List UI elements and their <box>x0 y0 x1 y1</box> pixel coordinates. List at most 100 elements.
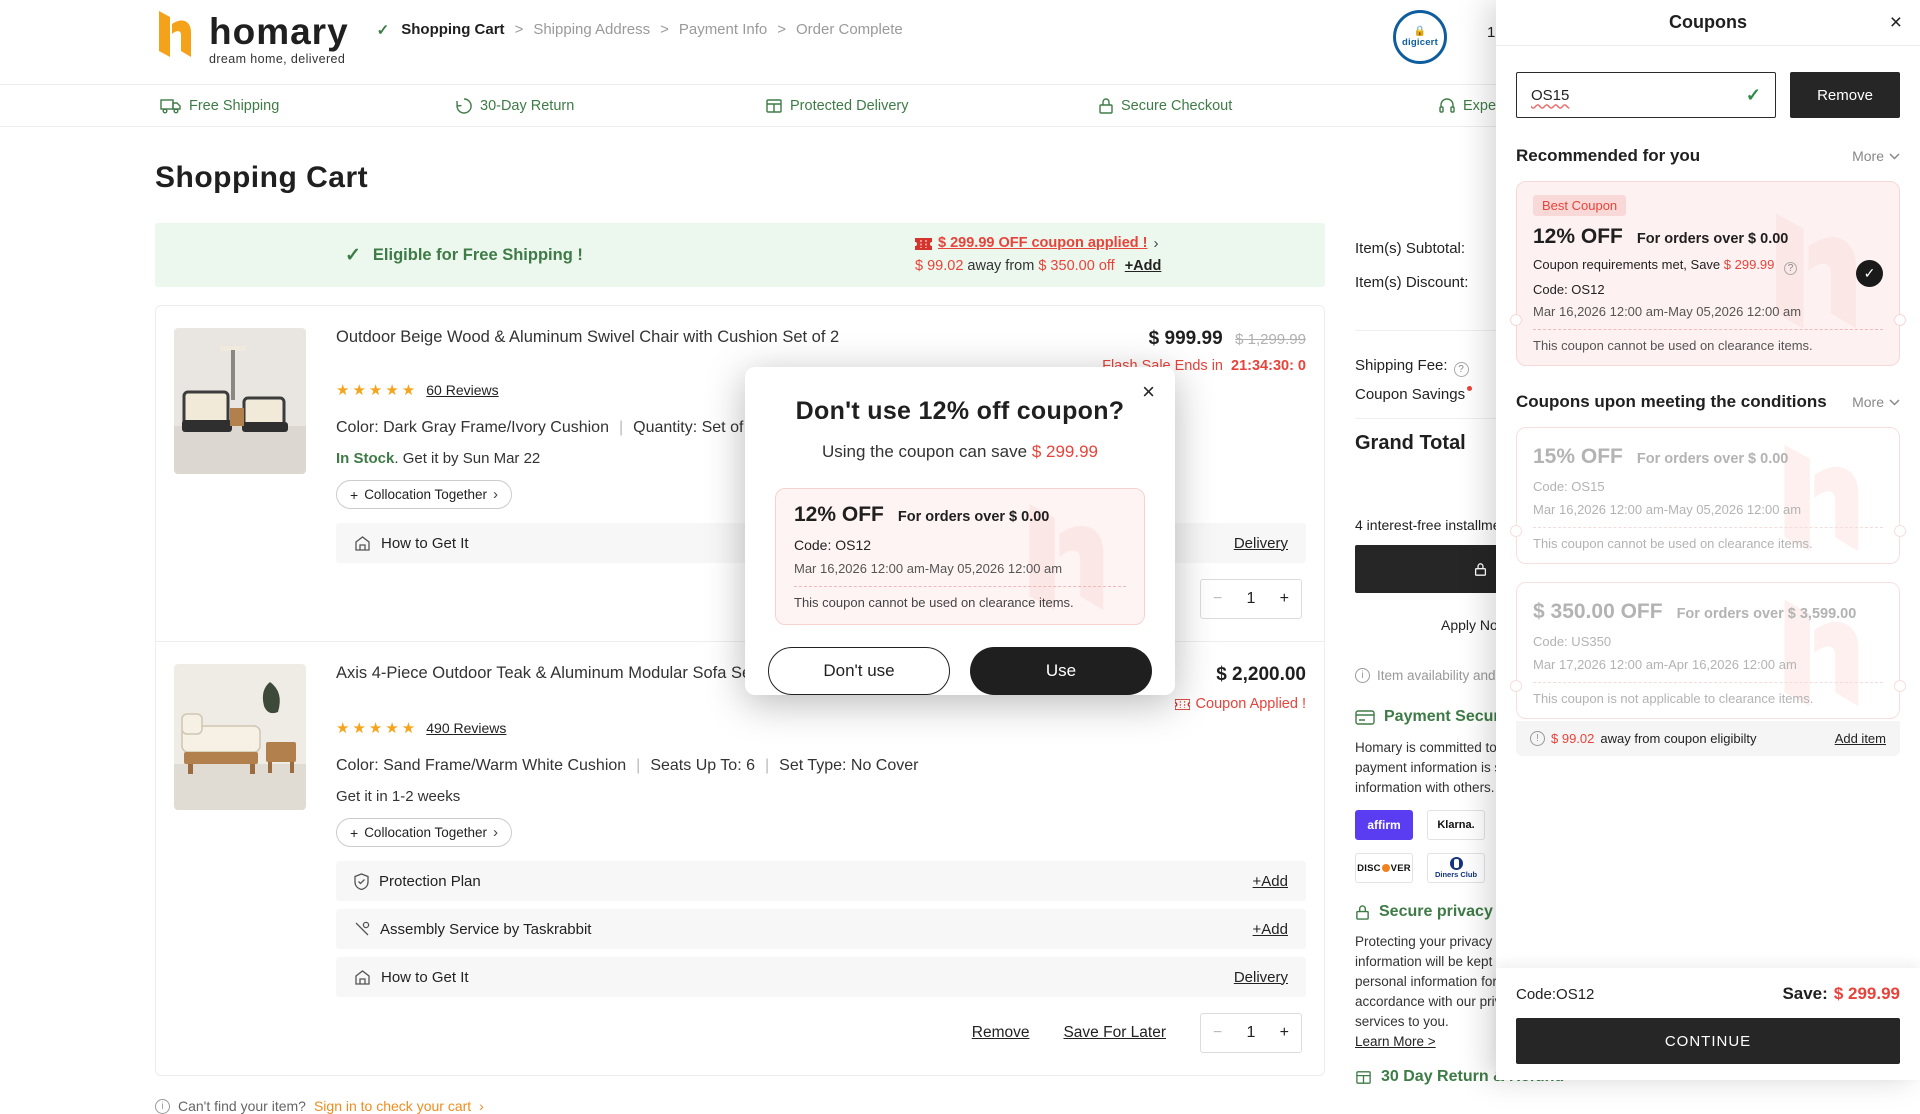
availability-line: Get it in 1-2 weeks <box>336 788 1306 805</box>
check-icon: ✓ <box>345 244 361 267</box>
cart-item-modular-sofa: Axis 4-Piece Outdoor Teak & Aluminum Mod… <box>156 641 1324 1075</box>
coupon-card-os12: 12% OFF For orders over $ 0.00 Code: OS1… <box>775 488 1145 625</box>
coupon-code-input[interactable]: OS15 ✓ <box>1516 72 1776 118</box>
recommended-header: Recommended for you <box>1516 146 1700 166</box>
more-toggle[interactable]: More <box>1852 148 1900 164</box>
add-items-link[interactable]: +Add <box>1125 258 1162 274</box>
best-coupon-card-os12[interactable]: Best Coupon 12% OFF For orders over $ 0.… <box>1516 181 1900 366</box>
coupon-icon <box>1175 699 1190 710</box>
chevron-right-icon: › <box>479 1098 484 1114</box>
increase-quantity-button[interactable]: + <box>1280 590 1289 608</box>
best-coupon-badge: Best Coupon <box>1533 195 1626 216</box>
info-icon: ! <box>1530 731 1545 746</box>
collocation-together-button[interactable]: + Collocation Together › <box>336 818 512 847</box>
info-icon: i <box>155 1099 170 1114</box>
learn-more-link[interactable]: Learn More > <box>1355 1034 1436 1049</box>
coupons-panel: Coupons × OS15 ✓ Remove Recommended for … <box>1496 0 1920 1080</box>
digicert-seal: 🔒 digicert <box>1393 10 1447 64</box>
coupon-dates: Mar 17,2026 12:00 am-Apr 16,2026 12:00 a… <box>1533 657 1883 672</box>
return-icon <box>455 97 473 115</box>
help-icon[interactable]: ? <box>1454 362 1469 377</box>
coupon-code: Code: OS12 <box>794 537 1126 553</box>
reviews-link[interactable]: 490 Reviews <box>426 720 506 736</box>
page-title: Shopping Cart <box>155 161 1325 195</box>
close-icon[interactable]: × <box>1142 381 1155 403</box>
coupon-card-us350[interactable]: $ 350.00 OFF For orders over $ 3,599.00 … <box>1516 582 1900 719</box>
breadcrumb-separator: > <box>515 21 524 38</box>
add-protection-plan-link[interactable]: +Add <box>1253 873 1288 890</box>
homary-logo[interactable]: homary dream home, delivered <box>155 8 349 65</box>
panel-footer: Code:OS12 Save: $ 299.99 CONTINUE <box>1496 968 1920 1080</box>
coupon-card-os15[interactable]: 15% OFF For orders over $ 0.00 Code: OS1… <box>1516 427 1900 564</box>
conditions-header: Coupons upon meeting the conditions <box>1516 392 1827 412</box>
breadcrumb-payment-info[interactable]: Payment Info <box>679 21 767 38</box>
remove-link[interactable]: Remove <box>972 1024 1030 1042</box>
eligibility-amount: $ 99.02 <box>1551 731 1594 746</box>
lock-icon <box>1355 904 1370 921</box>
delivery-link[interactable]: Delivery <box>1234 535 1288 552</box>
save-for-later-link[interactable]: Save For Later <box>1063 1024 1166 1042</box>
package-icon <box>1355 1069 1372 1086</box>
save-amount: $ 299.99 <box>1834 984 1900 1004</box>
increase-quantity-button[interactable]: + <box>1280 1024 1289 1042</box>
coupon-savings-label: Coupon Savings <box>1355 386 1472 403</box>
benefit-free-shipping: Free Shipping <box>160 85 279 126</box>
add-item-link[interactable]: Add item <box>1835 731 1886 746</box>
use-button[interactable]: Use <box>970 647 1152 695</box>
add-assembly-service-link[interactable]: +Add <box>1253 921 1288 938</box>
quantity-stepper: − 1 + <box>1200 579 1302 619</box>
collocation-together-button[interactable]: + Collocation Together › <box>336 480 512 509</box>
product-price: $ 2,200.00 <box>1216 664 1306 685</box>
chevron-right-icon: › <box>493 824 498 841</box>
info-icon: i <box>1355 668 1370 683</box>
product-image-modular-sofa[interactable] <box>174 664 306 810</box>
coupon-code: Code: OS15 <box>1533 479 1883 494</box>
breadcrumb-shipping-address[interactable]: Shipping Address <box>533 21 650 38</box>
payment-security-header: Payment Security <box>1355 708 1518 726</box>
how-to-get-it-row: How to Get It Delivery <box>336 957 1306 997</box>
reviews-link[interactable]: 60 Reviews <box>426 382 498 398</box>
sign-in-link[interactable]: Sign in to check your cart <box>314 1098 471 1114</box>
logo-tagline: dream home, delivered <box>209 53 349 66</box>
requirements-met-line: Coupon requirements met, Save $ 299.99 ? <box>1533 257 1883 275</box>
truck-icon <box>160 98 182 114</box>
decrease-quantity-button[interactable]: − <box>1213 590 1222 608</box>
discover-logo: DISCVER <box>1355 853 1413 883</box>
delivery-link[interactable]: Delivery <box>1234 969 1288 986</box>
eligible-text: Eligible for Free Shipping ! <box>373 246 583 265</box>
chevron-right-icon: › <box>493 486 498 503</box>
breadcrumb-shopping-cart[interactable]: Shopping Cart <box>401 21 504 38</box>
product-price: $ 999.99 <box>1149 328 1223 349</box>
dont-use-button[interactable]: Don't use <box>768 647 950 695</box>
assembly-service-row: Assembly Service by Taskrabbit +Add <box>336 909 1306 949</box>
selected-coupon-code: Code:OS12 <box>1516 986 1594 1003</box>
close-icon[interactable]: × <box>1890 11 1902 35</box>
lock-icon <box>1098 97 1114 115</box>
selected-check-icon[interactable]: ✓ <box>1856 260 1883 287</box>
remove-coupon-button[interactable]: Remove <box>1790 72 1900 118</box>
continue-button[interactable]: CONTINUE <box>1516 1018 1900 1064</box>
eligibility-strip: ! $ 99.02 away from coupon eligibilty Ad… <box>1516 721 1900 756</box>
discover-dot <box>1382 864 1390 872</box>
coupon-icon <box>915 238 932 250</box>
secure-privacy-header: Secure privacy <box>1355 903 1493 921</box>
decrease-quantity-button[interactable]: − <box>1213 1024 1222 1042</box>
chevron-right-icon[interactable]: › <box>1154 232 1159 255</box>
shield-icon <box>354 873 369 890</box>
coupon-notch <box>1510 525 1522 537</box>
chevron-down-icon <box>1889 153 1900 160</box>
diners-club-icon <box>1450 857 1463 870</box>
product-image-swivel-chair[interactable] <box>174 328 306 474</box>
package-icon <box>765 97 783 115</box>
coupon-applied-link[interactable]: $ 299.99 OFF coupon applied ! <box>938 232 1148 255</box>
more-toggle[interactable]: More <box>1852 394 1900 410</box>
coupon-threshold: For orders over $ 0.00 <box>898 509 1050 525</box>
save-label: Save: <box>1782 984 1827 1004</box>
lock-icon <box>1474 562 1487 577</box>
plus-icon: + <box>350 487 358 503</box>
coupon-applied-tag: Coupon Applied ! <box>1175 696 1306 712</box>
help-icon[interactable]: ? <box>1784 262 1797 275</box>
check-icon: ✓ <box>377 21 390 39</box>
coupon-threshold: For orders over $ 0.00 <box>1637 451 1789 467</box>
breadcrumb-order-complete[interactable]: Order Complete <box>796 21 903 38</box>
